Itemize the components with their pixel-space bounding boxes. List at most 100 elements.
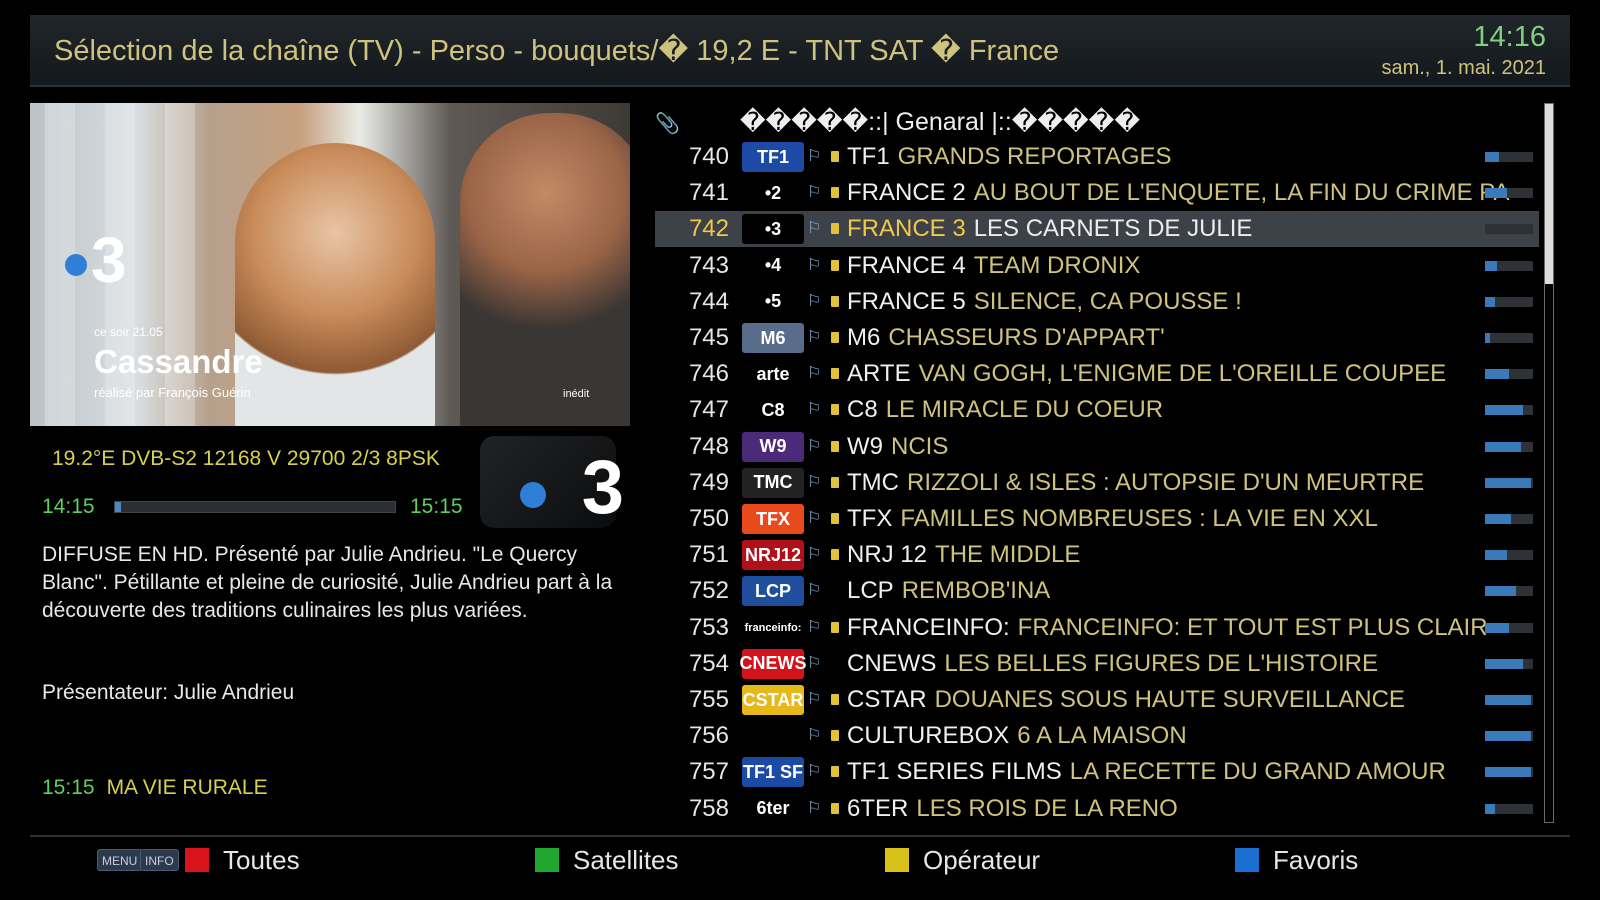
channel-name-line: FRANCE 4 TEAM DRONIX	[847, 252, 1140, 280]
info-key[interactable]: INFO	[140, 849, 179, 871]
current-program: THE MIDDLE	[935, 541, 1081, 569]
channel-number: 750	[688, 505, 729, 532]
channel-logo-icon: TF1	[742, 142, 804, 172]
channel-logo-icon	[742, 721, 804, 752]
channel-row[interactable]: 741 •2 ⚐ FRANCE 2 AU BOUT DE L'ENQUETE, LA F…	[655, 175, 1539, 211]
channel-name: FRANCE 5	[847, 287, 966, 315]
channel-row[interactable]: 753 franceinfo: ⚐ FRANCEINFO: FRANCEINFO: ET…	[655, 610, 1539, 646]
satellite-icon: ⚐	[807, 546, 822, 564]
channel-name-line: LCP REMBOB'INA	[847, 577, 1050, 605]
channel-number: 757	[688, 758, 729, 786]
clock: 14:16	[1473, 21, 1546, 53]
channel-name: FRANCEINFO:	[847, 613, 1010, 641]
signal-fill	[1485, 550, 1507, 561]
signal-bar	[1485, 333, 1533, 343]
channel-row[interactable]: 744 •5 ⚐ FRANCE 5 SILENCE, CA POUSSE !	[655, 284, 1539, 320]
satellite-icon: ⚐	[807, 256, 822, 274]
channel-name: ARTE	[847, 360, 911, 388]
list-scrollbar[interactable]	[1544, 103, 1554, 823]
channel-row[interactable]: 751 NRJ12 ⚐ NRJ 12 THE MIDDLE	[655, 537, 1539, 573]
channel-row[interactable]: 757 TF1 SF ⚐ TF1 SERIES FILMS LA RECETTE DU …	[655, 754, 1539, 790]
bouquet-header: �����::| Genaral |::�����	[740, 108, 1140, 136]
channel-logo-icon: TF1 SF	[742, 757, 804, 788]
channel-row[interactable]: 745 M6 ⚐ M6 CHASSEURS D'APPART'	[655, 320, 1539, 356]
signal-bar	[1485, 188, 1533, 199]
lock-icon	[831, 259, 839, 271]
current-program: LES ROIS DE LA RENO	[916, 794, 1178, 822]
green-button-satellites[interactable]: Satellites	[535, 845, 679, 876]
signal-fill	[1485, 767, 1531, 778]
yellow-key-icon	[885, 848, 909, 872]
blue-button-favorites[interactable]: Favoris	[1235, 845, 1358, 876]
channel-row[interactable]: 740 TF1 ⚐ TF1 GRANDS REPORTAGES	[655, 139, 1539, 175]
channel-number: 740	[688, 143, 729, 170]
current-program: RIZZOLI & ISLES : AUTOPSIE D'UN MEURTRE	[906, 468, 1425, 496]
channel-logo-icon: NRJ12	[742, 540, 804, 571]
channel-logo-icon: 6ter	[742, 793, 804, 824]
channel-number: 746	[688, 360, 729, 388]
channel-name-line: TFX FAMILLES NOMBREUSES : LA VIE EN XXL	[847, 505, 1378, 533]
lock-icon	[831, 151, 839, 162]
channel-number: 754	[688, 649, 729, 677]
current-program: VAN GOGH, L'ENIGME DE L'OREILLE COUPEE	[918, 360, 1447, 388]
satellite-icon: ⚐	[807, 401, 822, 419]
lock-icon	[831, 513, 839, 524]
green-key-icon	[535, 848, 559, 872]
lock-icon	[831, 694, 839, 705]
footer-divider	[30, 835, 1570, 837]
channel-row[interactable]: 748 W9 ⚐ W9 NCIS	[655, 429, 1539, 465]
signal-fill	[1485, 333, 1490, 343]
satellite-icon: ⚐	[807, 292, 822, 310]
channel-name-line: CULTUREBOX 6 A LA MAISON	[847, 722, 1187, 750]
signal-bar	[1485, 296, 1533, 307]
blue-key-icon	[1235, 848, 1259, 872]
channel-row[interactable]: 758 6ter ⚐ 6TER LES ROIS DE LA RENO	[655, 791, 1539, 827]
channel-row[interactable]: 742 •3 ⚐ FRANCE 3 LES CARNETS DE JULIE	[655, 211, 1539, 248]
channel-row[interactable]: 746 arte ⚐ ARTE VAN GOGH, L'ENIGME DE L'OREI…	[655, 356, 1539, 392]
channel-name: TF1	[847, 143, 890, 170]
channel-row[interactable]: 752 LCP ⚐ LCP REMBOB'INA	[655, 573, 1539, 609]
channel-number: 744	[688, 287, 729, 315]
channel-row[interactable]: 755 CSTAR ⚐ CSTAR DOUANES SOUS HAUTE SURVEIL…	[655, 682, 1539, 718]
channel-row[interactable]: 750 TFX ⚐ TFX FAMILLES NOMBREUSES : LA VIE E…	[655, 501, 1539, 537]
channel-name-line: FRANCE 5 SILENCE, CA POUSSE !	[847, 288, 1242, 316]
scroll-thumb[interactable]	[1545, 104, 1553, 284]
signal-bar	[1485, 369, 1533, 380]
current-program: SILENCE, CA POUSSE !	[973, 287, 1242, 315]
channel-row[interactable]: 754 CNEWS ⚐ CNEWS LES BELLES FIGURES DE L'HI…	[655, 646, 1539, 682]
channel-logo-icon: •5	[742, 286, 804, 317]
preview-director: réalisé par François Guérin	[94, 385, 251, 400]
signal-bar	[1485, 695, 1533, 705]
signal-bar	[1485, 767, 1533, 778]
signal-fill	[1485, 441, 1521, 452]
date: sam., 1. mai. 2021	[1381, 57, 1546, 79]
channel-row[interactable]: 749 TMC ⚐ TMC RIZZOLI & ISLES : AUTOPSIE D'U…	[655, 465, 1539, 501]
preview-channel-logo: 3	[65, 223, 127, 297]
channel-number: 749	[688, 468, 729, 496]
channel-logo-icon: CSTAR	[742, 685, 804, 715]
satellite-icon: ⚐	[807, 510, 822, 527]
channel-row[interactable]: 756 ⚐ CULTUREBOX 6 A LA MAISON	[655, 718, 1539, 754]
channel-list[interactable]: 📎 �����::| Genaral |::����� 740 TF1 ⚐ TF1 GR…	[655, 103, 1540, 824]
satellite-icon: ⚐	[807, 329, 822, 346]
red-button-all[interactable]: Toutes	[185, 845, 300, 876]
signal-bar	[1485, 586, 1533, 597]
signal-fill	[1485, 803, 1495, 814]
channel-name-line: NRJ 12 THE MIDDLE	[847, 541, 1080, 569]
satellite-icon: ⚐	[807, 365, 822, 383]
program-presenter: Présentateur: Julie Andrieu	[42, 681, 295, 704]
satellite-icon: ⚐	[807, 618, 822, 636]
menu-key[interactable]: MENU	[97, 849, 143, 871]
channel-row[interactable]: 743 •4 ⚐ FRANCE 4 TEAM DRONIX	[655, 248, 1539, 284]
yellow-button-operator[interactable]: Opérateur	[885, 845, 1040, 876]
signal-fill	[1485, 658, 1524, 669]
tuner-info: 19.2°E DVB-S2 12168 V 29700 2/3 8PSK	[52, 447, 440, 470]
satellite-icon: ⚐	[807, 799, 822, 817]
channel-row[interactable]: 747 C8 ⚐ C8 LE MIRACLE DU COEUR	[655, 392, 1539, 428]
channel-number: 747	[688, 396, 729, 424]
logo-dot	[520, 482, 546, 508]
satellite-icon: ⚐	[807, 184, 822, 202]
signal-bar	[1485, 622, 1533, 633]
video-preview: 3 ce soir 21.05 Cassandre réalisé par Fr…	[30, 103, 630, 426]
preview-show-title: Cassandre	[94, 343, 263, 380]
